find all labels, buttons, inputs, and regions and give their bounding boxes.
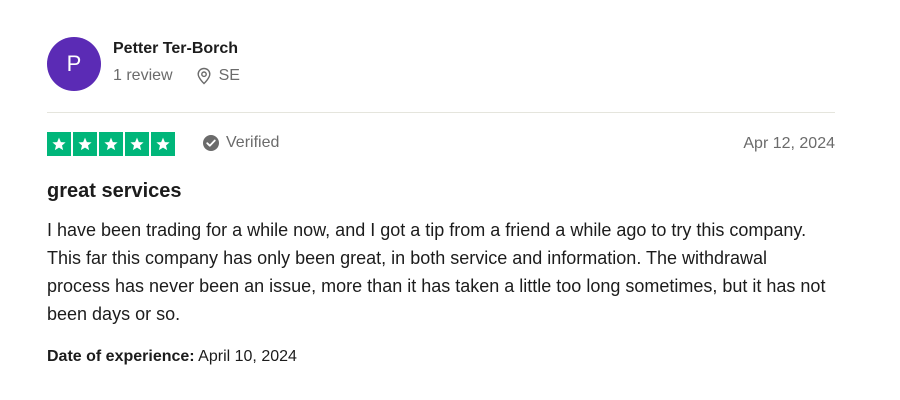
- review-body: I have been trading for a while now, and…: [47, 220, 826, 324]
- experience-label: Date of experience:: [47, 348, 195, 365]
- reviewer-header: P Petter Ter-Borch 1 review SE: [47, 37, 835, 93]
- review-count: 1 review: [113, 67, 173, 84]
- reviewer-name[interactable]: Petter Ter-Borch: [113, 40, 238, 58]
- star-icon: [151, 132, 175, 156]
- star-icon: [73, 132, 97, 156]
- star-icon: [47, 132, 71, 156]
- divider: [47, 112, 835, 113]
- experience-date: April 10, 2024: [198, 348, 297, 365]
- check-circle-icon: [202, 134, 220, 152]
- star-icon: [99, 132, 123, 156]
- reviewer-country: SE: [218, 67, 240, 84]
- star-icon: [125, 132, 149, 156]
- verified-label: Verified: [226, 134, 280, 151]
- star-rating: [47, 132, 177, 156]
- location-pin-icon: [195, 67, 213, 85]
- review-card: P Petter Ter-Borch 1 review SE Verified …: [47, 0, 835, 400]
- review-date: Apr 12, 2024: [743, 135, 835, 152]
- verified-badge[interactable]: Verified: [202, 134, 279, 152]
- date-of-experience: Date of experience: April 10, 2024: [47, 348, 297, 366]
- review-title[interactable]: great services: [47, 180, 182, 203]
- rating-row: Verified Apr 12, 2024: [47, 132, 835, 158]
- reviewer-meta: 1 review SE: [113, 67, 240, 85]
- avatar[interactable]: P: [47, 37, 101, 91]
